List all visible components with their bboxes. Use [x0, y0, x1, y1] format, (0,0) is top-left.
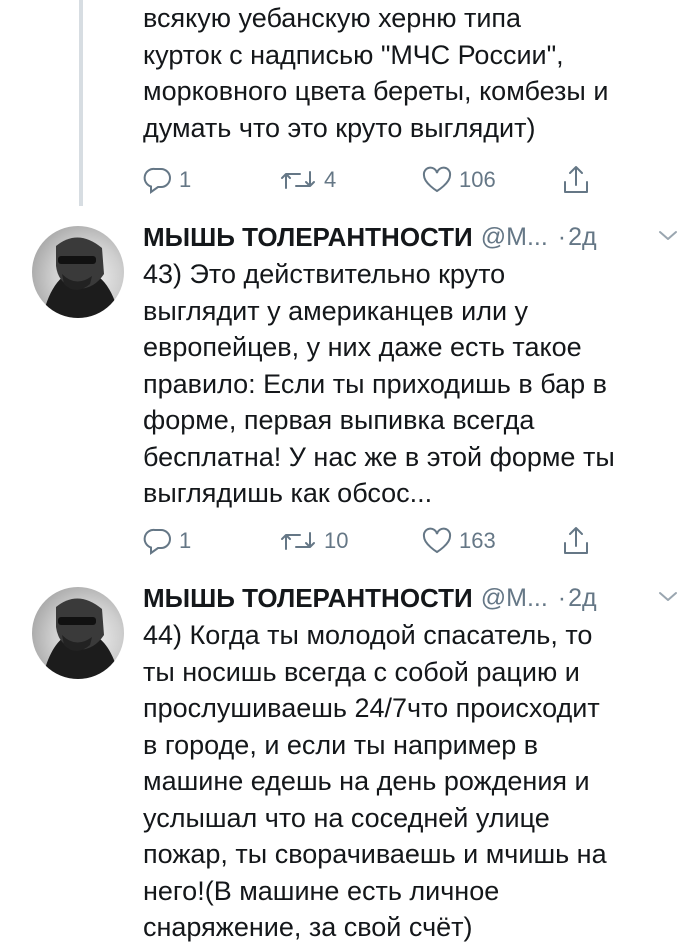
share-button[interactable] — [561, 162, 591, 198]
author-handle[interactable]: @М... — [481, 223, 548, 252]
thread-connector-line — [79, 0, 83, 206]
share-icon — [564, 166, 588, 193]
reply-button[interactable]: 1 — [143, 162, 191, 198]
share-icon — [564, 527, 588, 554]
retweet-icon — [281, 532, 315, 550]
retweet-button[interactable]: 4 — [278, 162, 336, 198]
share-button[interactable] — [561, 523, 591, 559]
like-button[interactable]: 163 — [421, 523, 496, 559]
retweet-count: 10 — [324, 528, 349, 553]
tweet-time[interactable]: 2д — [568, 584, 597, 613]
tweet-menu-button[interactable] — [657, 227, 679, 248]
reply-count: 1 — [179, 528, 192, 553]
reply-button[interactable]: 1 — [143, 523, 191, 559]
tweet-text: 44) Когда ты молодой спасатель, то ты но… — [143, 620, 607, 942]
like-button[interactable]: 106 — [421, 162, 496, 198]
separator-dot: · — [557, 583, 567, 612]
tweet-header: МЫШЬ ТОЛЕРАНТНОСТИ @М... · 2д — [143, 219, 683, 255]
heart-icon — [422, 166, 452, 193]
retweet-icon — [281, 171, 315, 189]
reply-icon — [143, 528, 171, 555]
author-handle[interactable]: @М... — [481, 584, 548, 613]
author-name[interactable]: МЫШЬ ТОЛЕРАНТНОСТИ — [143, 583, 473, 614]
tweet-text: 43) Это действительно круто выглядит у а… — [143, 259, 615, 508]
like-count: 106 — [459, 167, 496, 192]
tweet-actions: 1 10 163 — [143, 523, 603, 559]
reply-count: 1 — [179, 167, 192, 192]
tweet-text: всякую уебанскую херню типа курток с над… — [143, 3, 609, 143]
separator-dot: · — [557, 222, 567, 251]
chevron-down-icon — [659, 592, 677, 601]
author-name[interactable]: МЫШЬ ТОЛЕРАНТНОСТИ — [143, 222, 473, 253]
reply-icon — [143, 167, 171, 194]
tweet-time[interactable]: 2д — [568, 223, 597, 252]
tweet-actions: 1 4 106 — [143, 162, 603, 198]
like-count: 163 — [459, 528, 496, 553]
retweet-button[interactable]: 10 — [278, 523, 348, 559]
heart-icon — [422, 527, 452, 554]
retweet-count: 4 — [324, 167, 337, 192]
avatar[interactable] — [32, 587, 124, 679]
avatar[interactable] — [32, 226, 124, 318]
tweet-header: МЫШЬ ТОЛЕРАНТНОСТИ @М... · 2д — [143, 580, 683, 616]
tweet-menu-button[interactable] — [657, 588, 679, 609]
chevron-down-icon — [659, 231, 677, 240]
